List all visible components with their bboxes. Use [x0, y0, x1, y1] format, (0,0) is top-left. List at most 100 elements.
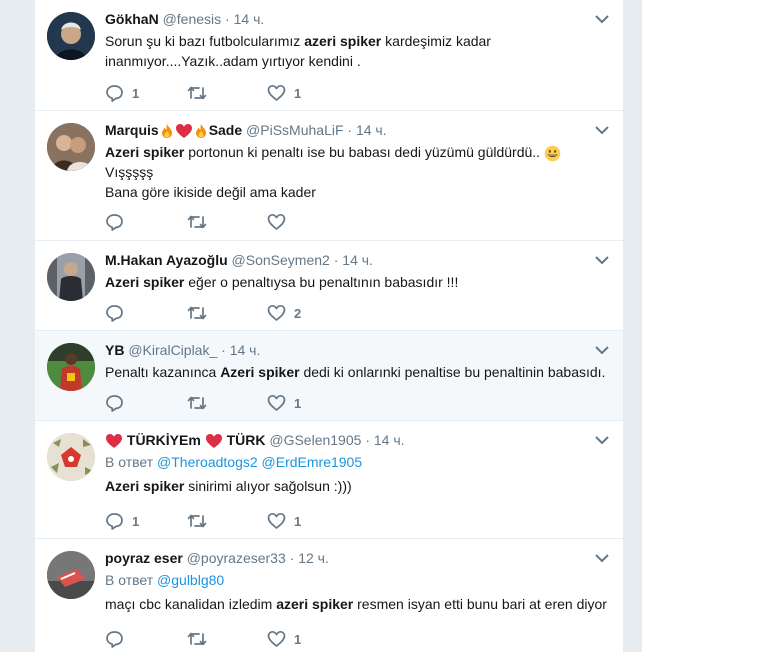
retweet-button[interactable]: [187, 302, 215, 324]
heart-emoji-icon: [106, 434, 122, 449]
separator-dot: ·: [333, 252, 339, 268]
retweet-icon: [187, 86, 207, 100]
retweet-icon: [187, 396, 207, 410]
tweet-timestamp[interactable]: 14 ч.: [356, 122, 387, 138]
caret-down-icon[interactable]: [595, 125, 609, 135]
text-segment: inanmıyor....Yazık..adam yırtıyor kendin…: [105, 53, 361, 69]
avatar[interactable]: [47, 551, 95, 599]
separator-dot: ·: [347, 122, 353, 138]
reply-to-link[interactable]: @ErdEmre1905: [262, 454, 363, 470]
like-button[interactable]: 1: [267, 82, 301, 104]
retweet-button[interactable]: [187, 510, 215, 532]
like-count: 1: [294, 631, 302, 647]
tweet[interactable]: poyraz eser @poyrazeser33 · 12 ч. В отве…: [35, 539, 623, 652]
like-button[interactable]: 1: [267, 392, 301, 414]
user-fullname[interactable]: M.Hakan Ayazoğlu: [105, 252, 228, 268]
tweet-header: YB @KiralCiplak_ · 14 ч.: [105, 341, 609, 360]
reply-prefix: В ответ: [105, 454, 154, 470]
reply-context: В ответ @Theroadtogs2 @ErdEmre1905: [105, 452, 609, 472]
tweet-timestamp[interactable]: 14 ч.: [230, 342, 261, 358]
caret-down-icon[interactable]: [595, 435, 609, 445]
tweet-text: Sorun şu ki bazı futbolcularımız azeri s…: [105, 31, 609, 71]
avatar[interactable]: [47, 253, 95, 301]
reply-button[interactable]: [105, 211, 132, 233]
highlighted-term: Azeri spiker: [105, 144, 185, 160]
tweet-header: GökhaN @fenesis · 14 ч.: [105, 10, 609, 29]
reply-icon: [106, 85, 123, 102]
reply-to-link[interactable]: @gulblg80: [157, 572, 224, 588]
caret-down-icon[interactable]: [595, 553, 609, 563]
tweet[interactable]: M.Hakan Ayazoğlu @SonSeymen2 · 14 ч. Aze…: [35, 241, 623, 331]
caret-down-icon[interactable]: [595, 345, 609, 355]
tweet-text: Azeri spiker sinirimi alıyor sağolsun :)…: [105, 476, 609, 496]
user-handle[interactable]: @poyrazeser33: [187, 550, 286, 566]
tweet-timeline: GökhaN @fenesis · 14 ч. Sorun şu ki bazı…: [35, 0, 623, 652]
tweet-text-line: Sorun şu ki bazı futbolcularımız azeri s…: [105, 31, 609, 51]
retweet-icon: [187, 632, 207, 646]
user-fullname[interactable]: GökhaN: [105, 11, 159, 27]
user-handle[interactable]: @fenesis: [163, 11, 222, 27]
reply-button[interactable]: [105, 302, 132, 324]
avatar[interactable]: [47, 123, 95, 171]
tweet-timestamp[interactable]: 14 ч.: [342, 252, 373, 268]
avatar[interactable]: [47, 343, 95, 391]
tweet-text-line: Azeri spiker sinirimi alıyor sağolsun :)…: [105, 476, 609, 496]
user-handle[interactable]: @KiralCiplak_: [128, 342, 217, 358]
tweet-text: maçı cbc kanalidan izledim azeri spiker …: [105, 594, 609, 614]
tweet-text-line: inanmıyor....Yazık..adam yırtıyor kendin…: [105, 51, 609, 71]
tweet[interactable]: Marquis Sade @PiSsMuhaLiF · 14 ч. Azeri s…: [35, 111, 623, 241]
like-icon: [267, 512, 286, 529]
avatar[interactable]: [47, 433, 95, 481]
heart-emoji-icon: [205, 434, 222, 449]
user-fullname[interactable]: YB: [105, 342, 124, 358]
text-segment: kardeşimiz kadar: [381, 33, 491, 49]
reply-button[interactable]: [105, 628, 132, 650]
like-icon: [267, 630, 286, 647]
reply-context: В ответ @gulblg80: [105, 570, 609, 590]
tweet-text-line: Azeri spiker eğer o penaltıysa bu penalt…: [105, 272, 609, 292]
tweet[interactable]: GökhaN @fenesis · 14 ч. Sorun şu ki bazı…: [35, 0, 623, 111]
tweet-timestamp[interactable]: 14 ч.: [234, 11, 265, 27]
reply-button[interactable]: 1: [105, 510, 139, 532]
tweet[interactable]: TÜRKİYEm TÜRK @GSelen1905 · 14 ч. В отве…: [35, 421, 623, 539]
user-name-part: TÜRK: [226, 432, 266, 448]
retweet-button[interactable]: [187, 211, 215, 233]
tweet-header: TÜRKİYEm TÜRK @GSelen1905 · 14 ч.: [105, 431, 609, 450]
avatar[interactable]: [47, 12, 95, 60]
tweet-text: Penaltı kazanınca Azeri spiker dedi ki o…: [105, 362, 609, 382]
retweet-button[interactable]: [187, 82, 215, 104]
like-button[interactable]: [267, 211, 294, 233]
user-name-part: TÜRKİYEm: [126, 432, 201, 448]
caret-down-icon[interactable]: [595, 255, 609, 265]
text-segment: dedi ki onlarınki penaltise bu penaltini…: [299, 364, 606, 380]
like-button[interactable]: 1: [267, 510, 301, 532]
like-count: 2: [294, 305, 302, 321]
tweet-text-line: Azeri spiker portonun ki penaltı ise bu …: [105, 142, 609, 162]
caret-down-icon[interactable]: [595, 14, 609, 24]
highlighted-term: Azeri spiker: [220, 364, 300, 380]
retweet-button[interactable]: [187, 628, 215, 650]
like-count: 1: [294, 513, 302, 529]
reply-button[interactable]: [105, 392, 132, 414]
tweet-timestamp[interactable]: 14 ч.: [374, 432, 405, 448]
highlighted-term: azeri spiker: [276, 596, 354, 612]
like-button[interactable]: 1: [267, 628, 301, 650]
like-button[interactable]: 2: [267, 302, 301, 324]
tweet-timestamp[interactable]: 12 ч.: [298, 550, 329, 566]
text-segment: resmen isyan etti bunu bari at eren diyo…: [353, 596, 607, 612]
user-fullname[interactable]: TÜRKİYEm TÜRK: [105, 432, 266, 449]
page-background-right: [642, 0, 768, 652]
user-handle[interactable]: @SonSeymen2: [232, 252, 330, 268]
user-handle[interactable]: @GSelen1905: [269, 432, 361, 448]
tweet[interactable]: YB @KiralCiplak_ · 14 ч. Penaltı kazanın…: [35, 331, 623, 421]
reply-button[interactable]: 1: [105, 82, 139, 104]
like-icon: [267, 213, 286, 230]
retweet-button[interactable]: [187, 392, 215, 414]
highlighted-term: azeri spiker: [304, 33, 382, 49]
separator-dot: ·: [365, 432, 370, 448]
user-fullname[interactable]: poyraz eser: [105, 550, 183, 566]
text-segment: Vışşşşş: [105, 164, 154, 180]
user-fullname[interactable]: Marquis Sade: [105, 122, 242, 139]
user-handle[interactable]: @PiSsMuhaLiF: [246, 122, 343, 138]
reply-to-link[interactable]: @Theroadtogs2: [157, 454, 258, 470]
